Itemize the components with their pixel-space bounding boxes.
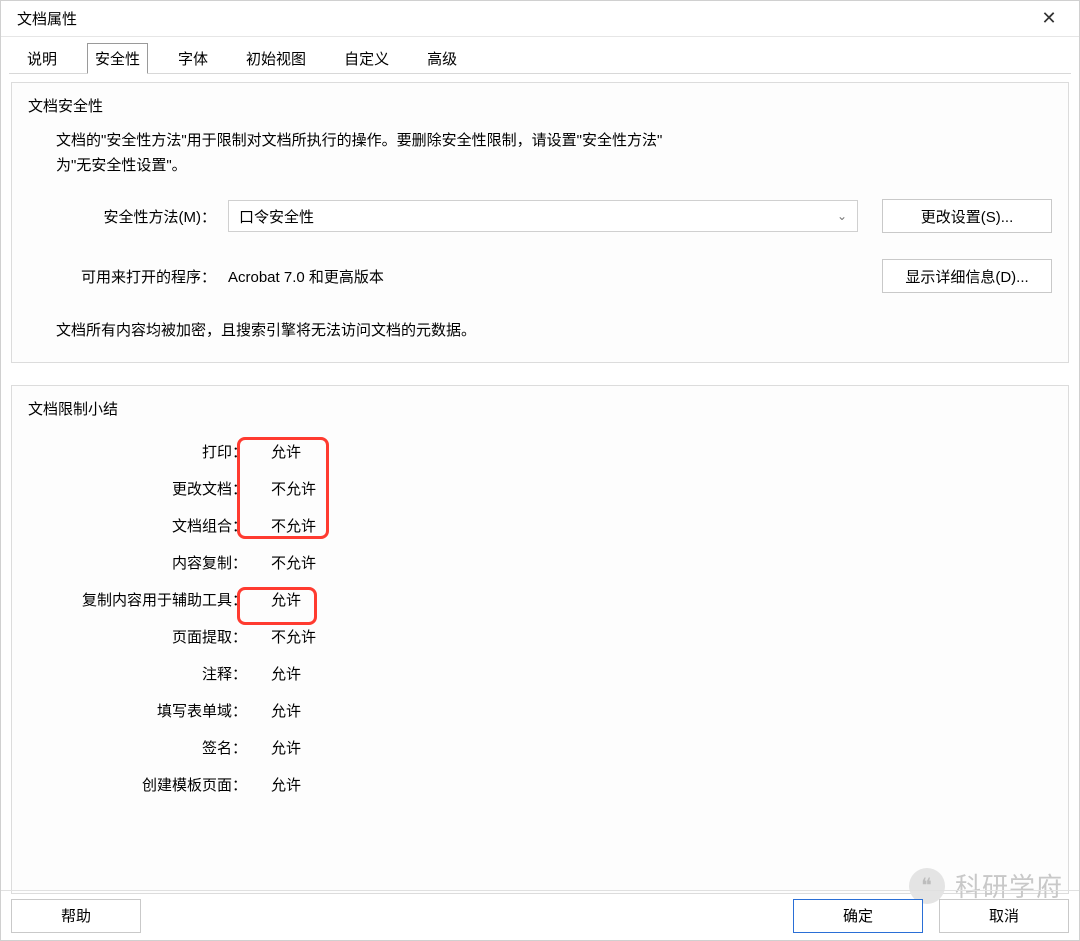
perm-row-content-copy: 内容复制： 不允许 — [28, 544, 1052, 581]
show-details-button[interactable]: 显示详细信息(D)... — [882, 259, 1052, 293]
perm-label: 注释： — [28, 663, 253, 684]
encryption-note: 文档所有内容均被加密，且搜索引擎将无法访问文档的元数据。 — [56, 319, 1052, 340]
perm-label: 页面提取： — [28, 626, 253, 647]
window-title: 文档属性 — [13, 8, 77, 29]
security-method-select[interactable]: 口令安全性 ⌄ — [228, 200, 858, 232]
security-method-row: 安全性方法(M)： 口令安全性 ⌄ 更改设置(S)... — [28, 199, 1052, 233]
security-method-value: 口令安全性 — [239, 206, 314, 227]
perm-label: 签名： — [28, 737, 253, 758]
ok-button[interactable]: 确定 — [793, 899, 923, 933]
open-with-value: Acrobat 7.0 和更高版本 — [228, 266, 858, 287]
perm-value: 允许 — [253, 663, 341, 684]
perm-value: 允许 — [253, 737, 341, 758]
perm-label: 复制内容用于辅助工具： — [28, 589, 253, 610]
perm-label: 内容复制： — [28, 552, 253, 573]
close-icon[interactable]: ✕ — [1031, 1, 1067, 37]
perm-row-page-extract: 页面提取： 不允许 — [28, 618, 1052, 655]
permissions-table: 打印： 允许 更改文档： 不允许 文档组合： 不允许 内容复制： 不允许 复制内… — [28, 433, 1052, 803]
perm-row-annotations: 注释： 允许 — [28, 655, 1052, 692]
perm-label: 填写表单域： — [28, 700, 253, 721]
dialog-footer: 帮助 确定 取消 — [1, 890, 1079, 940]
tab-custom[interactable]: 自定义 — [336, 43, 397, 74]
perm-row-print: 打印： 允许 — [28, 433, 1052, 470]
perm-value: 不允许 — [253, 552, 341, 573]
security-method-label: 安全性方法(M)： — [28, 206, 228, 227]
open-with-row: 可用来打开的程序： Acrobat 7.0 和更高版本 显示详细信息(D)... — [28, 259, 1052, 293]
tab-fonts[interactable]: 字体 — [170, 43, 216, 74]
perm-label: 创建模板页面： — [28, 774, 253, 795]
titlebar: 文档属性 ✕ — [1, 1, 1079, 37]
footer-right: 确定 取消 — [793, 899, 1069, 933]
tab-initial-view[interactable]: 初始视图 — [238, 43, 314, 74]
perm-value: 不允许 — [253, 478, 341, 499]
tab-description[interactable]: 说明 — [19, 43, 65, 74]
perm-row-form-fill: 填写表单域： 允许 — [28, 692, 1052, 729]
security-pane: 文档安全性 文档的"安全性方法"用于限制对文档所执行的操作。要删除安全性限制，请… — [11, 82, 1069, 363]
dialog-window: 文档属性 ✕ 说明 安全性 字体 初始视图 自定义 高级 文档安全性 文档的"安… — [0, 0, 1080, 941]
chevron-down-icon: ⌄ — [837, 209, 847, 223]
security-desc-line1: 文档的"安全性方法"用于限制对文档所执行的操作。要删除安全性限制，请设置"安全性… — [56, 130, 1052, 153]
open-with-label: 可用来打开的程序： — [28, 266, 228, 287]
security-desc-line2: 为"无安全性设置"。 — [56, 155, 1052, 178]
perm-row-doc-assembly: 文档组合： 不允许 — [28, 507, 1052, 544]
restrictions-pane: 文档限制小结 打印： 允许 更改文档： 不允许 文档组合： 不允许 内容复制： … — [11, 385, 1069, 894]
perm-value: 允许 — [253, 589, 341, 610]
tab-advanced[interactable]: 高级 — [419, 43, 465, 74]
change-settings-button[interactable]: 更改设置(S)... — [882, 199, 1052, 233]
cancel-button[interactable]: 取消 — [939, 899, 1069, 933]
perm-row-change-doc: 更改文档： 不允许 — [28, 470, 1052, 507]
perm-value: 允许 — [253, 774, 341, 795]
perm-label: 文档组合： — [28, 515, 253, 536]
security-section-title: 文档安全性 — [28, 95, 1052, 116]
tab-security[interactable]: 安全性 — [87, 43, 148, 74]
perm-label: 打印： — [28, 441, 253, 462]
tab-bar: 说明 安全性 字体 初始视图 自定义 高级 — [1, 37, 1079, 74]
perm-value: 允许 — [253, 441, 341, 462]
tab-underline — [9, 73, 1071, 74]
perm-label: 更改文档： — [28, 478, 253, 499]
perm-value: 不允许 — [253, 515, 341, 536]
perm-row-create-template: 创建模板页面： 允许 — [28, 766, 1052, 803]
perm-row-copy-accessibility: 复制内容用于辅助工具： 允许 — [28, 581, 1052, 618]
perm-row-sign: 签名： 允许 — [28, 729, 1052, 766]
help-button[interactable]: 帮助 — [11, 899, 141, 933]
perm-value: 不允许 — [253, 626, 341, 647]
perm-value: 允许 — [253, 700, 341, 721]
restrictions-section-title: 文档限制小结 — [28, 398, 1052, 419]
